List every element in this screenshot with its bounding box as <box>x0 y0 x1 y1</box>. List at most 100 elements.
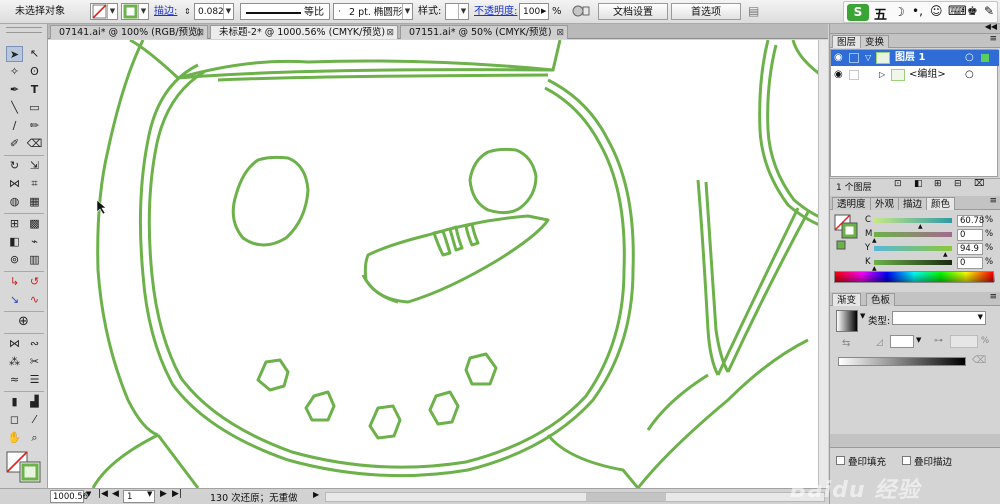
tab-untitled-2[interactable]: 未标题-2* @ 1000.56% (CMYK/预览) ⊠ <box>210 25 398 39</box>
tab-appearance[interactable]: 外观 <box>870 197 900 210</box>
chevron-down-icon[interactable]: ▽ <box>865 50 871 66</box>
gradient-slider[interactable] <box>838 357 966 366</box>
panel-menu-icon[interactable]: ≡ <box>989 292 997 302</box>
curve-tool-icon[interactable]: ↺ <box>26 274 43 290</box>
chevron-down-icon[interactable]: ▼ <box>860 312 865 320</box>
status-menu-icon[interactable]: ▶ <box>313 490 319 499</box>
stepper-icon[interactable]: ⇕ <box>184 3 191 20</box>
scale-tool-icon[interactable]: ⇲ <box>26 158 43 174</box>
artboard-canvas[interactable] <box>48 40 828 488</box>
new-layer-icon[interactable]: ⊟ <box>954 179 962 189</box>
magenta-gradient-track[interactable] <box>874 232 952 237</box>
rectangle-tool-icon[interactable]: ▭ <box>26 100 43 116</box>
target-icon[interactable]: ○ <box>965 67 974 83</box>
overprint-fill-checkbox[interactable] <box>836 456 845 465</box>
panel-menu-icon[interactable]: ≡ <box>989 196 997 206</box>
graph-tool-icon[interactable]: ▥ <box>26 252 43 268</box>
opacity-label-link[interactable]: 不透明度: <box>474 3 517 20</box>
fill-color-dropdown[interactable]: ▼ <box>90 3 118 20</box>
variable-width-profile[interactable]: 等比 <box>240 3 330 20</box>
type-tool-icon[interactable]: T <box>26 82 43 98</box>
target-icon[interactable]: ○ <box>965 50 974 66</box>
gradient-tool-icon[interactable]: ◧ <box>6 234 23 250</box>
selection-indicator[interactable] <box>981 54 989 62</box>
eye-icon[interactable]: ◉ <box>834 67 843 83</box>
selection-tool-icon[interactable]: ➤ <box>6 46 23 62</box>
black-gradient-track[interactable] <box>874 260 952 265</box>
emoji-icon[interactable]: ☺ <box>930 4 943 18</box>
dock-header[interactable]: ◀◀ <box>830 22 1000 34</box>
chevron-right-icon[interactable]: ▷ <box>879 67 885 83</box>
fill-stroke-widget[interactable] <box>5 450 45 484</box>
document-setup-button[interactable]: 文档设置 <box>598 3 668 20</box>
close-icon[interactable]: ⊠ <box>386 26 394 40</box>
lock-toggle[interactable] <box>849 53 859 63</box>
layer-row-group[interactable]: ◉ ▷ <编组> ○ <box>831 67 999 83</box>
magenta-slider-row[interactable]: M ▲ 0 % <box>830 229 998 244</box>
chevron-down-icon[interactable]: ▼ <box>147 490 152 498</box>
stroke-label-link[interactable]: 描边: <box>154 3 177 20</box>
symbol-sprayer-tool-icon[interactable]: ⁂ <box>6 354 23 370</box>
stroke-color-dropdown[interactable]: ▼ <box>121 3 149 20</box>
toolbox-grip[interactable] <box>6 27 42 33</box>
knife-tool-icon[interactable]: ⁄ <box>26 412 43 428</box>
collapse-icon[interactable]: ◀◀ <box>985 22 997 31</box>
rotate-tool-icon[interactable]: ↻ <box>6 158 23 174</box>
hand-tool-icon[interactable]: ✋ <box>6 430 23 446</box>
tab-swatches[interactable]: 色板 <box>866 293 896 306</box>
snowman-artwork[interactable] <box>48 40 828 488</box>
yellow-value[interactable]: 94.9 <box>957 243 983 255</box>
yellow-gradient-track[interactable] <box>874 246 952 251</box>
yellow-slider-row[interactable]: Y ▲ 94.9 % <box>830 243 998 258</box>
cyan-gradient-track[interactable] <box>874 218 952 223</box>
tab-07151[interactable]: 07151.ai* @ 50% (CMYK/预览) ⊠ <box>400 25 568 39</box>
tab-layers[interactable]: 图层 <box>832 35 862 48</box>
stroke-width-value[interactable]: 0.082 <box>198 4 224 21</box>
skin-icon[interactable]: ♚ <box>967 4 978 18</box>
wrench-icon[interactable]: ✎ <box>984 4 994 18</box>
corner-tool-icon[interactable]: ↳ <box>6 274 23 290</box>
chart-tool-icon[interactable]: ▟ <box>26 394 43 410</box>
color-spectrum-bar[interactable] <box>834 271 995 283</box>
angle-icon[interactable]: ◿ <box>876 338 883 348</box>
eraser-tool-icon[interactable]: ⌫ <box>26 136 43 152</box>
perspective-grid-tool-icon[interactable]: ⊞ <box>6 216 23 232</box>
layer-row-1[interactable]: ◉ ▽ 图层 1 ○ <box>831 50 999 66</box>
pencil-tool-icon[interactable]: ✏ <box>26 118 43 134</box>
live-paint-tool-icon[interactable]: ▦ <box>26 194 43 210</box>
close-icon[interactable]: ⊠ <box>196 26 204 40</box>
blob-brush-tool-icon[interactable]: ✐ <box>6 136 23 152</box>
locate-object-icon[interactable]: ⊡ <box>894 179 902 189</box>
overprint-fill-option[interactable]: 叠印填充 <box>836 454 896 468</box>
aspect-field[interactable] <box>950 335 978 348</box>
chevron-down-icon[interactable]: ▼ <box>86 490 91 498</box>
panel-menu-icon[interactable]: ≡ <box>989 34 997 44</box>
add-anchor-tool-icon[interactable]: ↘ <box>6 292 23 308</box>
zoom-value[interactable]: 1000.56 <box>53 492 88 502</box>
zoom-tool-icon[interactable]: ⌕ <box>26 430 43 446</box>
angle-field[interactable] <box>890 335 914 348</box>
graphic-style-dropdown[interactable]: ▼ <box>445 3 469 20</box>
brush-definition[interactable]: · 2 pt. 椭圆形 ▼ <box>333 3 413 20</box>
paintbrush-tool-icon[interactable]: ∕ <box>6 118 23 134</box>
keyboard-icon[interactable]: ⌨ <box>948 4 967 19</box>
vertical-scrollbar[interactable] <box>818 40 828 488</box>
horizontal-scrollbar[interactable] <box>325 492 825 502</box>
gradient-type-select[interactable]: ▼ <box>892 311 986 325</box>
reverse-gradient-icon[interactable]: ⇆ <box>842 338 850 349</box>
eye-icon[interactable]: ◉ <box>834 50 843 66</box>
cyan-value[interactable]: 60.78 <box>957 215 984 227</box>
stroke-width-field[interactable]: ⇕ 0.082 ▼ <box>184 3 234 20</box>
tab-transparency[interactable]: 透明度 <box>832 197 871 210</box>
overprint-stroke-option[interactable]: 叠印描边 <box>902 454 992 468</box>
line-tool-icon[interactable]: ╲ <box>6 100 23 116</box>
new-sublayer-icon[interactable]: ⊞ <box>934 179 942 189</box>
panel-menu-icon[interactable]: ▤ <box>748 3 759 20</box>
recolor-artwork-button[interactable] <box>570 3 594 20</box>
black-slider-row[interactable]: K ▲ 0 % <box>830 257 998 272</box>
cyan-slider-row[interactable]: C ▲ 60.78 % <box>830 215 998 230</box>
aspect-ratio-icon[interactable]: ⊶ <box>934 336 943 346</box>
zigzag-tool-icon[interactable]: ≈ <box>6 372 23 388</box>
make-clipping-mask-icon[interactable]: ◧ <box>914 179 923 189</box>
free-transform-tool-icon[interactable]: ⌗ <box>26 176 43 192</box>
